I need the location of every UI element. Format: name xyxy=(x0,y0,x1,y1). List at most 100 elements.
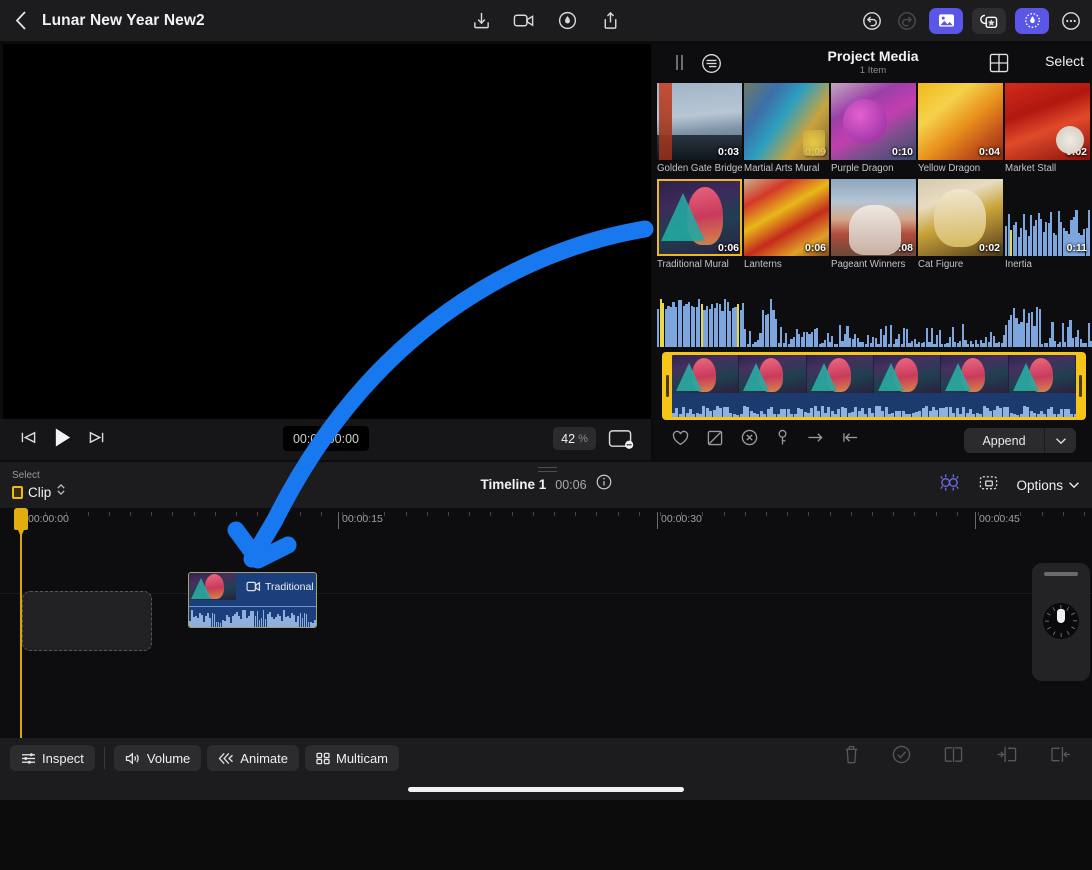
ruler-tick xyxy=(830,512,831,516)
back-button[interactable] xyxy=(0,0,42,41)
viewer-options-icon[interactable] xyxy=(608,428,635,455)
trim-end-icon[interactable] xyxy=(1050,745,1072,769)
media-item[interactable]: 0:02 Market Stall xyxy=(1005,83,1092,179)
share-icon[interactable] xyxy=(597,8,623,34)
multicam-label: Multicam xyxy=(336,751,388,766)
media-label: Pageant Winners xyxy=(831,256,918,270)
trim-handle-start[interactable] xyxy=(666,375,669,397)
check-circle-icon[interactable] xyxy=(892,745,911,769)
ruler-tick xyxy=(596,512,597,516)
media-thumbnail: 0:06 xyxy=(657,179,742,256)
chevron-down-icon[interactable] xyxy=(1044,428,1076,453)
media-duration: 0:02 xyxy=(1066,146,1087,158)
viewer-timecode[interactable]: 00:00:00:00 xyxy=(283,426,369,451)
undo-icon[interactable] xyxy=(859,8,885,34)
media-item[interactable]: 0:09 Martial Arts Mural xyxy=(744,83,831,179)
media-label: Market Stall xyxy=(1005,160,1092,174)
playhead-handle[interactable] xyxy=(14,508,28,530)
unrate-icon[interactable] xyxy=(741,429,758,451)
grid-view-icon[interactable] xyxy=(989,53,1009,73)
video-clip-icon xyxy=(246,581,261,592)
trim-start-icon[interactable] xyxy=(996,745,1018,769)
media-item[interactable]: 0:11Inertia xyxy=(1005,179,1092,275)
media-thumbnail: 0:09 xyxy=(744,83,829,160)
multicam-button[interactable]: Multicam xyxy=(305,745,399,771)
favorite-icon[interactable] xyxy=(672,430,689,451)
media-label: Martial Arts Mural xyxy=(744,160,831,174)
media-thumbnail: 0:10 xyxy=(831,83,916,160)
waveform-segment[interactable] xyxy=(918,293,1005,351)
video-editor-app: Lunar New Year New2 xyxy=(0,0,1092,870)
ruler-tick xyxy=(109,512,110,516)
more-ellipsis-icon[interactable] xyxy=(1058,8,1084,34)
mark-out-icon[interactable] xyxy=(807,430,824,450)
clip-waveform xyxy=(189,607,316,627)
video-viewer[interactable] xyxy=(3,44,651,419)
play-icon[interactable] xyxy=(53,427,72,453)
ruler-label: 00:00:45 xyxy=(979,513,1020,525)
media-item[interactable]: 0:06Lanterns xyxy=(744,179,831,275)
enhance-sparkle-icon[interactable] xyxy=(938,472,961,498)
media-item[interactable]: 0:06Traditional Mural xyxy=(657,179,744,275)
timeline-duration: 00:06 xyxy=(555,478,586,492)
timeline-ruler[interactable] xyxy=(0,508,1092,531)
split-clip-icon[interactable] xyxy=(943,745,964,769)
volume-button[interactable]: Volume xyxy=(114,745,201,771)
timeline-clip-traditional-mural[interactable]: Traditional M xyxy=(188,572,317,628)
empty-drop-placeholder[interactable] xyxy=(22,591,152,651)
media-browser-icon[interactable] xyxy=(929,8,963,34)
media-panel-title: Project Media xyxy=(654,48,1092,64)
jog-dial-control[interactable] xyxy=(1032,563,1090,681)
skip-end-icon[interactable] xyxy=(88,430,105,450)
info-circle-icon[interactable] xyxy=(596,474,612,495)
media-duration: 0:09 xyxy=(805,146,826,158)
jog-dial-icon[interactable] xyxy=(1043,603,1079,639)
ruler-tick xyxy=(278,512,279,516)
inspect-button[interactable]: Inspect xyxy=(10,745,95,771)
waveform-segment[interactable] xyxy=(657,293,744,351)
waveform-segment[interactable] xyxy=(744,293,831,351)
skip-start-icon[interactable] xyxy=(20,430,37,450)
add-media-icon[interactable] xyxy=(978,473,999,497)
media-item[interactable]: 0:08Pageant Winners xyxy=(831,179,918,275)
media-item[interactable]: 0:02Cat Figure xyxy=(918,179,1005,275)
selected-clip-filmstrip[interactable] xyxy=(662,352,1086,420)
voiceover-icon[interactable] xyxy=(554,8,580,34)
media-label: Lanterns xyxy=(744,256,831,270)
trash-icon[interactable] xyxy=(843,745,860,769)
media-item[interactable]: 0:04 Yellow Dragon xyxy=(918,83,1005,179)
ruler-tick xyxy=(172,512,173,516)
home-indicator xyxy=(408,787,684,792)
filmstrip-frame xyxy=(739,355,806,393)
select-button[interactable]: Select xyxy=(1045,53,1084,69)
enhance-icon[interactable] xyxy=(1015,8,1049,34)
media-item[interactable]: 0:10Purple Dragon xyxy=(831,83,918,179)
ruler-tick xyxy=(724,512,725,516)
media-duration: 0:04 xyxy=(979,146,1000,158)
animate-button[interactable]: Animate xyxy=(207,745,299,771)
trim-handle-end[interactable] xyxy=(1079,375,1082,397)
viewer-zoom-level[interactable]: 42 % xyxy=(553,427,596,450)
timeline-body[interactable] xyxy=(0,531,1092,738)
waveform-segment[interactable] xyxy=(1005,293,1092,351)
toolbar-center-group xyxy=(468,0,623,41)
media-item[interactable]: 0:03Golden Gate Bridge xyxy=(657,83,744,179)
waveform-segment[interactable] xyxy=(831,293,918,351)
zoom-value: 42 xyxy=(561,432,575,446)
import-icon[interactable] xyxy=(468,8,494,34)
ruler-tick xyxy=(236,512,237,516)
ruler-tick xyxy=(533,512,534,516)
keyword-icon[interactable] xyxy=(776,429,789,451)
audio-waveform-row[interactable] xyxy=(657,293,1092,351)
mark-in-icon[interactable] xyxy=(842,430,859,450)
record-video-icon[interactable] xyxy=(511,8,537,34)
ruler-tick xyxy=(469,512,470,516)
media-label: Yellow Dragon xyxy=(918,160,1005,174)
reject-icon[interactable] xyxy=(707,430,723,451)
redo-icon[interactable] xyxy=(894,8,920,34)
append-button[interactable]: Append xyxy=(964,428,1076,453)
jog-drag-bar[interactable] xyxy=(1044,572,1078,576)
append-label: Append xyxy=(964,434,1044,448)
options-button[interactable]: Options xyxy=(1016,478,1080,493)
titles-effects-icon[interactable] xyxy=(972,8,1006,34)
